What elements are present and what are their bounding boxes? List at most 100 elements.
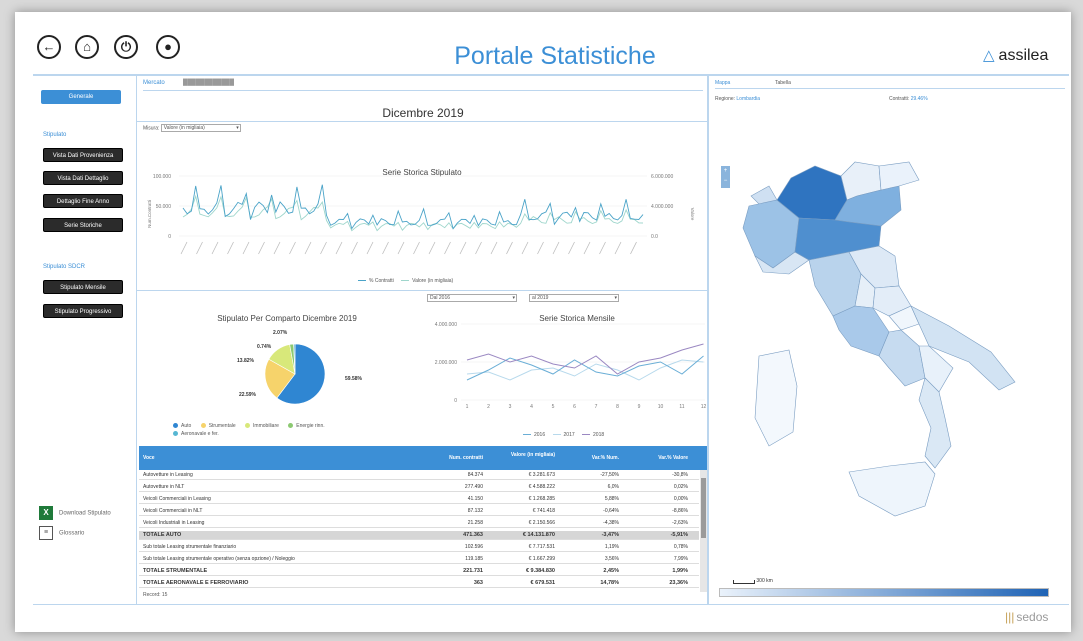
table-cell: € 3.281.673 xyxy=(528,472,555,478)
legend-swatch-2017 xyxy=(552,434,561,436)
home-icon[interactable]: ⌂ xyxy=(75,35,99,59)
pie-data-label: 59.58% xyxy=(345,376,363,382)
tab-secondary[interactable]: ████████████ xyxy=(183,80,303,86)
legend-dot-aeronavale xyxy=(173,431,178,437)
region-info: Regione: Lombardia xyxy=(715,96,760,102)
table-cell: € 14.131.870 xyxy=(522,532,555,538)
back-arrow-icon[interactable]: ← xyxy=(37,35,61,59)
col-var-num[interactable]: Var.% Num. xyxy=(559,455,619,461)
power-icon[interactable]: ⏻ xyxy=(114,35,138,59)
table-cell: 6,0% xyxy=(607,484,619,490)
x-tick-label xyxy=(351,241,358,255)
download-link[interactable]: X Download Stipulato xyxy=(39,506,111,520)
pie-data-label: 0.74% xyxy=(257,344,272,350)
table-cell: 0,02% xyxy=(673,484,688,490)
sidebar-section-sdcr: Stipulato SDCR xyxy=(43,264,86,270)
logo-text: assilea xyxy=(998,47,1049,64)
tab-divider xyxy=(143,90,703,91)
legend-contratti: % Contratti xyxy=(369,278,394,284)
sedos-bars-icon: ||| xyxy=(1005,610,1015,624)
table-cell: -5,91% xyxy=(670,532,688,538)
glossary-label: Glossario xyxy=(59,530,85,537)
user-icon[interactable]: ● xyxy=(156,35,180,59)
legend-swatch-2018 xyxy=(582,434,591,436)
x-tick-label xyxy=(459,241,467,255)
table-row[interactable]: TOTALE AERONAVALE E FERROVIARIO 363 € 679.… xyxy=(139,579,699,588)
vista-dettaglio-button[interactable]: Vista Dati Dettaglio xyxy=(43,171,123,185)
table-cell: TOTALE AUTO xyxy=(143,532,182,538)
table-row[interactable]: TOTALE AUTO 471.363 € 14.131.870 -3,47% -5,9… xyxy=(139,531,699,540)
table-cell: 21.258 xyxy=(467,520,483,526)
table-cell: € 2.150.566 xyxy=(528,520,555,526)
table-cell: 7,99% xyxy=(673,556,688,562)
table-cell: € 4.588.222 xyxy=(528,484,555,490)
legend-dot-energie xyxy=(288,423,294,429)
logo-triangle-icon: △ xyxy=(983,47,995,64)
table-cell: 277.490 xyxy=(464,484,483,490)
table-row[interactable]: Sub totale Leasing strumentale operativo… xyxy=(139,555,699,564)
series-chart: 100.000 50.000 0 6.000.000 4.000.000 0.0 Num.C… xyxy=(147,174,695,255)
table-cell: € 9.384.830 xyxy=(525,568,555,574)
italy-map[interactable] xyxy=(729,156,1059,576)
table-row[interactable]: Veicoli Industriali in Leasing 21.258 € 2.… xyxy=(139,519,699,528)
scrollbar-thumb[interactable] xyxy=(701,478,706,538)
measure-filter-label: Misura: xyxy=(143,125,160,132)
table-cell: 221.731 xyxy=(463,568,483,574)
tab-mappa[interactable]: Mappa xyxy=(715,80,755,86)
x-tick-label: 8 xyxy=(616,404,619,410)
chevron-down-icon: ▾ xyxy=(614,295,617,301)
stipulato-progressivo-button[interactable]: Stipulato Progressivo xyxy=(43,304,123,318)
table-cell: 14,78% xyxy=(600,580,619,586)
measure-select[interactable]: Valore (in migliaia) ▾ xyxy=(160,124,241,132)
col-voce[interactable]: Voce xyxy=(143,455,413,461)
col-valore[interactable]: Valore (in migliaia) xyxy=(489,452,555,458)
x-tick-label: 5 xyxy=(552,404,555,410)
x-tick-label: 2 xyxy=(487,404,490,410)
share-value: 29.46% xyxy=(910,96,928,102)
table-row[interactable]: Autovetture in NLT 277.490 € 4.588.222 6,0%… xyxy=(139,483,699,492)
table-cell: € 1.268.285 xyxy=(528,496,555,502)
table-cell: Sub totale Leasing strumentale finanziar… xyxy=(143,544,237,550)
x-tick-label: 3 xyxy=(509,404,512,410)
table-cell: € 741.418 xyxy=(532,508,555,514)
sedos-text: sedos xyxy=(1016,610,1049,624)
sidebar: Generale Stipulato Vista Dati Provenienz… xyxy=(33,76,137,604)
x-tick-label xyxy=(273,241,281,255)
region-value: Lombardia xyxy=(736,96,761,102)
y-tick-label: 0 xyxy=(168,234,171,240)
legend-swatch-2016 xyxy=(523,434,531,436)
generale-button[interactable]: Generale xyxy=(41,90,121,104)
table-cell: -0,64% xyxy=(603,508,619,514)
col-num-contratti[interactable]: Num. contratti xyxy=(419,455,483,461)
x-tick-label: 9 xyxy=(638,404,641,410)
table-cell: Veicoli Industriali in Leasing xyxy=(143,520,205,526)
x-tick-label xyxy=(242,241,250,255)
vista-provenienza-button[interactable]: Vista Dati Provenienza xyxy=(43,148,123,162)
table-row[interactable]: Veicoli Commerciali in Leasing 41.150 € 1.… xyxy=(139,495,699,504)
dettaglio-fine-anno-button[interactable]: Dettaglio Fine Anno xyxy=(43,194,123,208)
table-row[interactable]: Veicoli Commerciali in NLT 87.132 € 741.41… xyxy=(139,507,699,516)
pie-data-label: 13.82% xyxy=(237,358,255,364)
table-cell: 3,56% xyxy=(604,556,619,562)
glossary-link[interactable]: ≡ Glossario xyxy=(39,526,84,540)
table-cell: -27,50% xyxy=(600,472,619,478)
region-lazio xyxy=(832,305,890,357)
measure-select-value: Valore (in migliaia) xyxy=(163,125,205,131)
col-var-valore[interactable]: Var.% Valore xyxy=(624,455,688,461)
table-cell: TOTALE STRUMENTALE xyxy=(143,568,208,574)
to-year-select[interactable]: al 2019 ▾ xyxy=(529,294,619,302)
table-row[interactable]: Autovetture in Leasing 84.374 € 3.281.673 -… xyxy=(139,471,699,480)
x-tick-label xyxy=(614,241,622,255)
region-calabria xyxy=(918,377,952,469)
serie-storiche-button[interactable]: Serie Storiche xyxy=(43,218,123,232)
y2-tick-label: 4.000.000 xyxy=(651,204,673,210)
from-year-select[interactable]: Dal 2016 ▾ xyxy=(427,294,517,302)
table-scrollbar[interactable] xyxy=(700,470,707,592)
stipulato-mensile-button[interactable]: Stipulato Mensile xyxy=(43,280,123,294)
table-row[interactable]: Sub totale Leasing strumentale finanziar… xyxy=(139,543,699,552)
legend-swatch-valore xyxy=(401,280,410,282)
map-panel: Mappa Tabella Regione: Lombardia Contrat… xyxy=(709,76,1069,604)
table-row[interactable]: TOTALE STRUMENTALE 221.731 € 9.384.830 2,45… xyxy=(139,567,699,576)
tab-tabella[interactable]: Tabella xyxy=(775,80,815,86)
table-header: Voce Num. contratti Valore (in migliaia)… xyxy=(139,446,707,470)
